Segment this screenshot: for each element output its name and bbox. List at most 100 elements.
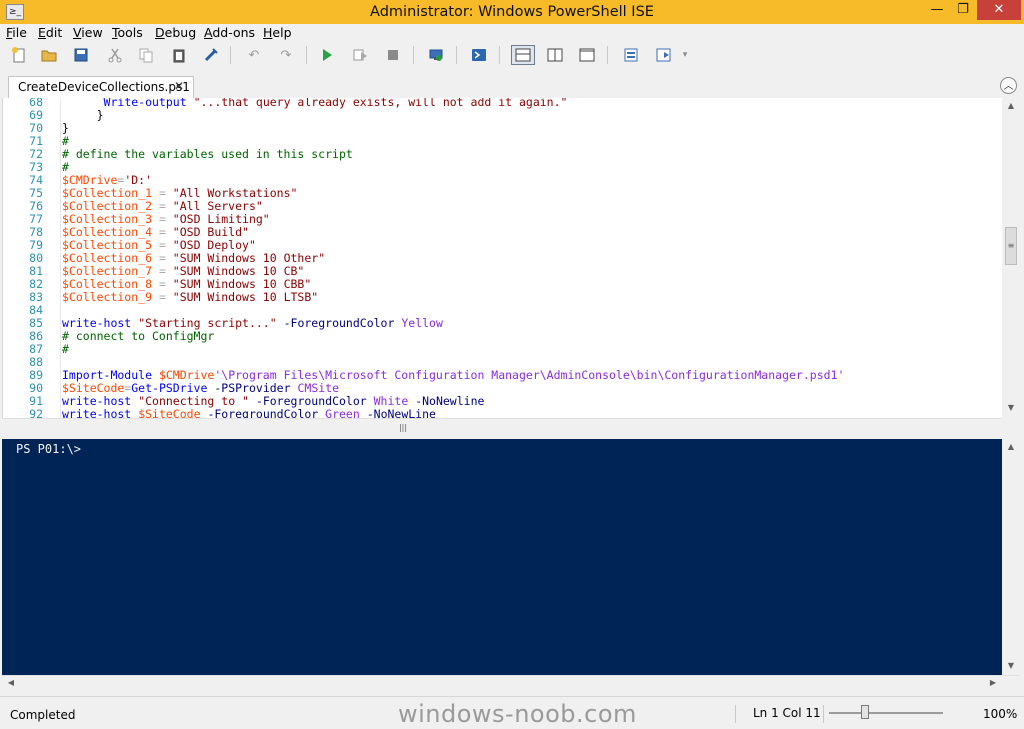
scroll-right-icon[interactable]: ▶ xyxy=(986,678,1000,687)
code-token: $SiteCode xyxy=(138,407,201,419)
code-line: 92 write-host $SiteCode -ForegroundColor … xyxy=(3,407,1003,419)
code-text: write-host $SiteCode -ForegroundColor Gr… xyxy=(62,407,436,419)
code-token: # connect to ConfigMgr xyxy=(62,329,215,343)
menu-help[interactable]: Help xyxy=(263,25,292,41)
code-token: -NoNewLine xyxy=(366,407,436,419)
code-token: "OSD Deploy" xyxy=(172,238,256,252)
menu-bar: File Edit View Tools Debug Add-ons Help xyxy=(0,24,1024,42)
code-token: "OSD Limiting" xyxy=(172,212,270,226)
code-line: 72 # define the variables used in this sc… xyxy=(3,148,1003,161)
scroll-down-icon[interactable]: ▼ xyxy=(1004,403,1018,412)
stop-icon[interactable] xyxy=(384,46,402,64)
window-title: Administrator: Windows PowerShell ISE xyxy=(370,4,654,20)
code-token: "SUM Windows 10 CBB" xyxy=(172,277,312,291)
code-line: 68 Write-output "...that query already e… xyxy=(3,98,1003,109)
paste-icon[interactable] xyxy=(170,46,188,64)
horizontal-scroll-thumb[interactable]: ||| xyxy=(394,423,412,432)
code-token: = xyxy=(152,264,173,278)
run-script-icon[interactable] xyxy=(318,46,336,64)
caret-position: Ln 1 Col 11 xyxy=(753,706,821,720)
code-token: = xyxy=(152,290,173,304)
code-line: 83 $Collection_9 = "SUM Windows 10 LTSB" xyxy=(3,291,1003,304)
restore-button[interactable]: ❐ xyxy=(950,0,976,20)
code-text: # define the variables used in this scri… xyxy=(62,148,353,161)
title-bar: ≥_ Administrator: Windows PowerShell ISE… xyxy=(0,0,1024,24)
script-editor[interactable]: 68 Write-output "...that query already e… xyxy=(2,98,1003,418)
editor-scroll-thumb[interactable]: ≡ xyxy=(1005,227,1017,265)
tab-createdevicecollections[interactable]: CreateDeviceCollections.ps1 ✕ xyxy=(8,76,194,98)
code-token: "SUM Windows 10 LTSB" xyxy=(172,290,319,304)
show-script-top-icon[interactable] xyxy=(511,45,535,65)
scroll-left-icon[interactable]: ◀ xyxy=(4,678,18,687)
close-button[interactable]: ✕ xyxy=(977,0,1021,20)
cut-icon[interactable] xyxy=(106,46,124,64)
toolbar-overflow-icon[interactable]: ▾ xyxy=(680,46,690,64)
zoom-slider-thumb[interactable] xyxy=(861,705,869,719)
code-line: 70} xyxy=(3,122,1003,135)
show-script-max-icon[interactable] xyxy=(578,46,596,64)
scroll-up-icon[interactable]: ▲ xyxy=(1004,442,1018,451)
code-token: $CMDrive xyxy=(62,173,118,187)
code-token: Yellow xyxy=(401,316,443,330)
new-remote-tab-icon[interactable] xyxy=(427,46,445,64)
show-script-right-icon[interactable] xyxy=(546,46,564,64)
new-file-icon[interactable] xyxy=(10,46,28,64)
code-token: # define the variables used in this scri… xyxy=(62,147,353,161)
clear-console-icon[interactable] xyxy=(202,46,220,64)
redo-icon[interactable]: ↷ xyxy=(277,46,295,64)
console-pane[interactable]: PS P01:\> xyxy=(2,439,1002,675)
menu-file[interactable]: File xyxy=(6,25,27,41)
show-command-window-icon[interactable] xyxy=(622,46,640,64)
code-token: write-host xyxy=(62,407,132,419)
save-icon[interactable] xyxy=(72,46,90,64)
zoom-slider[interactable] xyxy=(829,712,943,714)
menu-view[interactable]: View xyxy=(73,25,103,41)
code-token: "All Workstations" xyxy=(172,186,298,200)
minimize-button[interactable]: — xyxy=(924,0,950,20)
code-token: $CMDrive xyxy=(158,368,215,382)
code-line: 73 # xyxy=(3,161,1003,174)
console-horizontal-scrollbar[interactable]: ◀ ▶ xyxy=(2,675,1020,692)
toolbar-separator xyxy=(413,46,414,64)
run-selection-icon[interactable] xyxy=(351,46,369,64)
code-token: -ForegroundColor xyxy=(207,407,319,419)
code-token: "OSD Build" xyxy=(172,225,249,239)
code-token: # xyxy=(62,342,69,356)
menu-edit[interactable]: Edit xyxy=(38,25,62,41)
code-token: $Collection_1 xyxy=(62,186,153,200)
open-icon[interactable] xyxy=(40,46,58,64)
code-token: = xyxy=(152,238,173,252)
copy-icon[interactable] xyxy=(137,46,155,64)
editor-vertical-scrollbar[interactable]: ▲ ≡ ▼ xyxy=(1002,98,1020,418)
code-token: $Collection_4 xyxy=(62,225,153,239)
menu-addons[interactable]: Add-ons xyxy=(204,25,255,41)
menu-debug[interactable]: Debug xyxy=(155,25,196,41)
code-text: # connect to ConfigMgr xyxy=(62,330,214,343)
code-line: 86 # connect to ConfigMgr xyxy=(3,330,1003,343)
scroll-up-icon[interactable]: ▲ xyxy=(1004,101,1018,110)
code-token: 'D:' xyxy=(124,173,153,187)
console-vertical-scrollbar[interactable]: ▲ ▼ xyxy=(1002,439,1020,675)
code-token: = xyxy=(152,277,173,291)
code-token: CMSite xyxy=(297,381,340,395)
code-token: = xyxy=(152,225,173,239)
code-token: write-host xyxy=(62,316,132,330)
code-token: # xyxy=(62,134,69,148)
menu-tools[interactable]: Tools xyxy=(112,25,143,41)
code-token: $Collection_8 xyxy=(62,277,153,291)
collapse-script-pane-icon[interactable]: ︿ xyxy=(1000,77,1017,94)
undo-icon[interactable]: ↶ xyxy=(245,46,263,64)
tab-close-icon[interactable]: ✕ xyxy=(174,79,184,93)
toolbar-separator xyxy=(230,46,231,64)
show-command-addon-icon[interactable] xyxy=(655,46,673,64)
start-powershell-icon[interactable] xyxy=(470,46,488,64)
line-number: 92 xyxy=(29,407,43,419)
console-prompt: PS P01:\> xyxy=(16,442,82,456)
editor-horizontal-scrollbar[interactable]: ||| xyxy=(2,418,1002,435)
scroll-down-icon[interactable]: ▼ xyxy=(1004,661,1018,670)
code-token: "SUM Windows 10 CB" xyxy=(172,264,305,278)
